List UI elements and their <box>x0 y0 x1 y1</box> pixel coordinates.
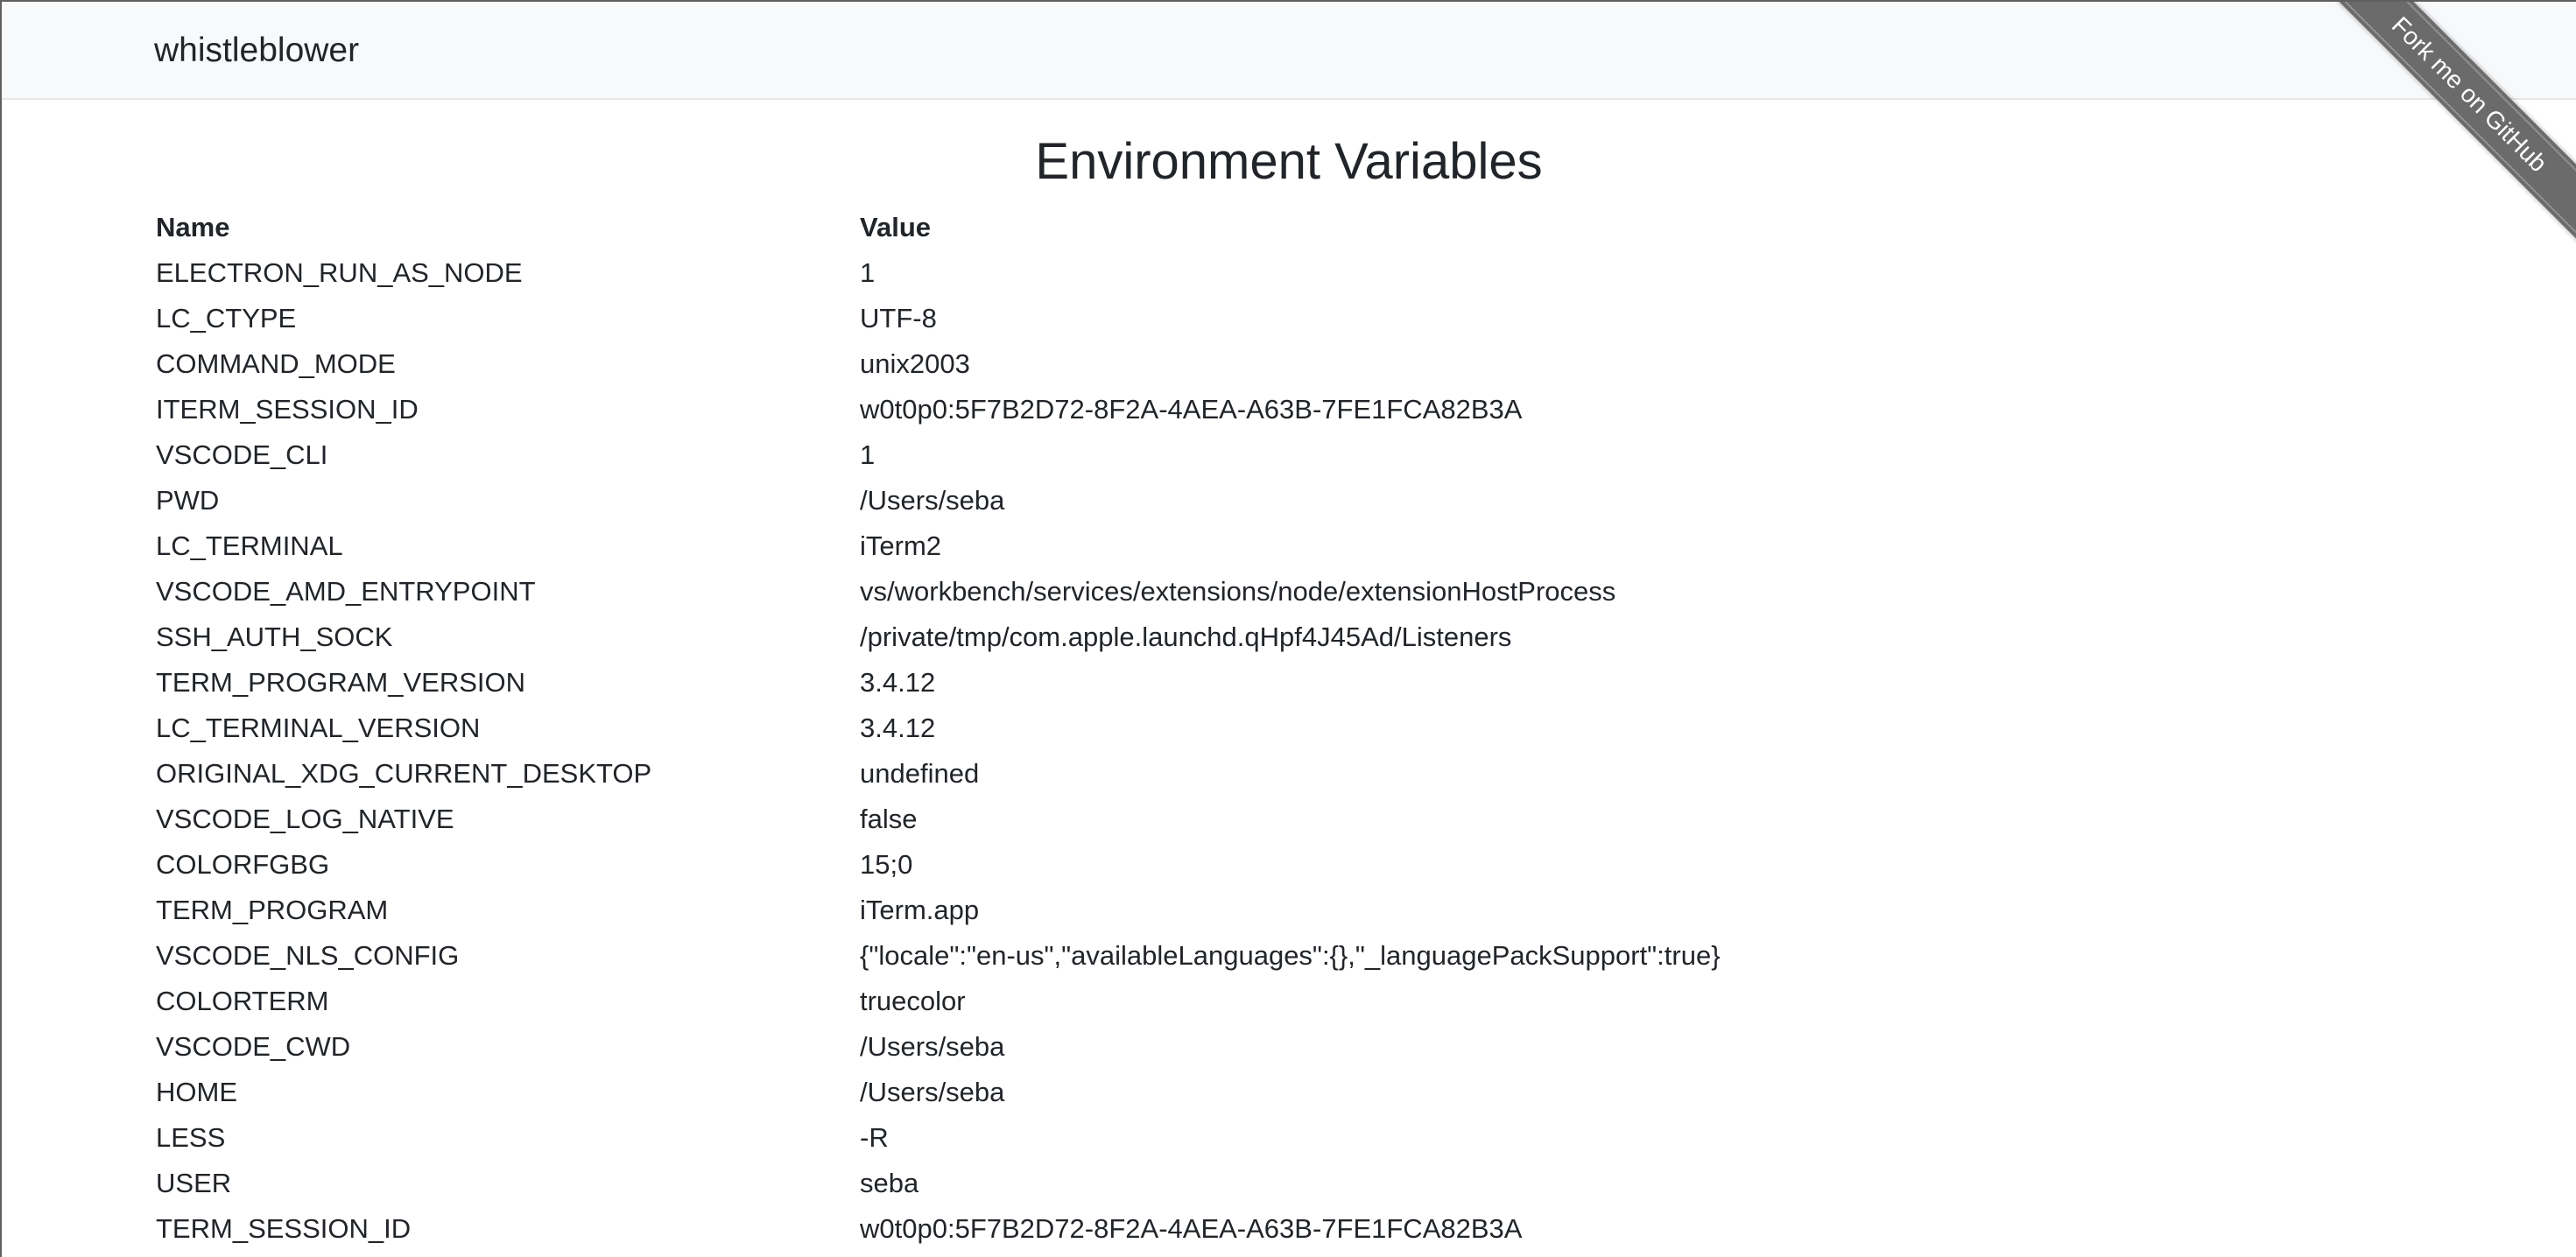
table-row: ORIGINAL_XDG_CURRENT_DESKTOP undefined <box>156 751 1721 797</box>
env-var-name: LC_TERMINAL <box>156 530 343 561</box>
table-row: COMMAND_MODE unix2003 <box>156 341 1721 387</box>
table-row: VSCODE_NLS_CONFIG {"locale":"en-us","ava… <box>156 933 1721 979</box>
fork-me-on-github-ribbon[interactable]: Fork me on GitHub <box>2322 2 2576 243</box>
env-var-name: HOME <box>156 1077 237 1107</box>
env-var-name: USER <box>156 1168 232 1198</box>
env-var-value: vs/workbench/services/extensions/node/ex… <box>860 576 1616 607</box>
env-var-value: 1 <box>860 439 876 470</box>
env-var-name: SSH_AUTH_SOCK <box>156 621 393 652</box>
env-var-value: /Users/seba <box>860 1077 1005 1107</box>
env-var-value: w0t0p0:5F7B2D72-8F2A-4AEA-A63B-7FE1FCA82… <box>860 394 1523 425</box>
table-row: USER seba <box>156 1161 1721 1206</box>
table-body: ELECTRON_RUN_AS_NODE 1 LC_CTYPE UTF-8 CO… <box>156 250 1721 1252</box>
env-var-value: w0t0p0:5F7B2D72-8F2A-4AEA-A63B-7FE1FCA82… <box>860 1213 1523 1244</box>
table-row: VSCODE_AMD_ENTRYPOINT vs/workbench/servi… <box>156 569 1721 614</box>
env-var-name: PWD <box>156 485 220 516</box>
env-var-value: /private/tmp/com.apple.launchd.qHpf4J45A… <box>860 621 1512 652</box>
env-var-value: 15;0 <box>860 849 913 880</box>
table-row: COLORTERM truecolor <box>156 979 1721 1024</box>
table-row: TERM_SESSION_ID w0t0p0:5F7B2D72-8F2A-4AE… <box>156 1206 1721 1252</box>
env-var-name: ORIGINAL_XDG_CURRENT_DESKTOP <box>156 758 652 789</box>
page-title: Environment Variables <box>1035 133 1543 190</box>
table-row: COLORFGBG 15;0 <box>156 842 1721 888</box>
env-var-name: COMMAND_MODE <box>156 348 396 379</box>
env-var-name: LC_CTYPE <box>156 303 297 334</box>
env-var-name: VSCODE_NLS_CONFIG <box>156 940 460 971</box>
table-row: SSH_AUTH_SOCK /private/tmp/com.apple.lau… <box>156 614 1721 660</box>
table-row: PWD /Users/seba <box>156 478 1721 523</box>
table-row: TERM_PROGRAM_VERSION 3.4.12 <box>156 660 1721 706</box>
env-var-name: COLORFGBG <box>156 849 330 880</box>
env-var-name: LC_TERMINAL_VERSION <box>156 713 481 743</box>
env-var-name: TERM_PROGRAM_VERSION <box>156 667 526 698</box>
env-var-value: 1 <box>860 257 876 288</box>
navbar-brand-link[interactable]: whistleblower <box>154 30 359 72</box>
env-var-name: VSCODE_LOG_NATIVE <box>156 804 454 834</box>
table-row: LESS -R <box>156 1115 1721 1161</box>
table-row: VSCODE_CWD /Users/seba <box>156 1024 1721 1070</box>
table-row: TERM_PROGRAM iTerm.app <box>156 888 1721 933</box>
table-row: LC_CTYPE UTF-8 <box>156 296 1721 341</box>
env-var-name: ITERM_SESSION_ID <box>156 394 419 425</box>
env-var-value: unix2003 <box>860 348 970 379</box>
env-var-value: undefined <box>860 758 980 789</box>
table-row: HOME /Users/seba <box>156 1070 1721 1115</box>
column-header-value: Value <box>860 212 931 242</box>
env-var-value: false <box>860 804 918 834</box>
env-var-name: VSCODE_AMD_ENTRYPOINT <box>156 576 536 607</box>
env-var-value: {"locale":"en-us","availableLanguages":{… <box>860 940 1721 971</box>
table-row: VSCODE_CLI 1 <box>156 432 1721 478</box>
table-head: Name Value <box>156 205 1721 250</box>
table-row: LC_TERMINAL_VERSION 3.4.12 <box>156 706 1721 751</box>
table-row: ELECTRON_RUN_AS_NODE 1 <box>156 250 1721 296</box>
env-variables-table: Name Value ELECTRON_RUN_AS_NODE 1 LC_CTY… <box>156 205 1721 1252</box>
table-row: ITERM_SESSION_ID w0t0p0:5F7B2D72-8F2A-4A… <box>156 387 1721 432</box>
env-var-name: ELECTRON_RUN_AS_NODE <box>156 257 523 288</box>
github-ribbon-container: Fork me on GitHub <box>2322 2 2576 256</box>
browser-viewport: whistleblower Fork me on GitHub Environm… <box>0 0 2576 1257</box>
env-var-value: /Users/seba <box>860 485 1005 516</box>
env-var-value: 3.4.12 <box>860 667 936 698</box>
env-var-name: TERM_PROGRAM <box>156 895 389 925</box>
env-var-value: /Users/seba <box>860 1031 1005 1062</box>
env-var-name: TERM_SESSION_ID <box>156 1213 412 1244</box>
table-row: LC_TERMINAL iTerm2 <box>156 523 1721 569</box>
env-var-name: VSCODE_CLI <box>156 439 328 470</box>
env-var-value: truecolor <box>860 986 966 1016</box>
env-var-name: LESS <box>156 1122 226 1153</box>
env-var-value: -R <box>860 1122 889 1153</box>
env-var-value: seba <box>860 1168 919 1198</box>
column-header-name: Name <box>156 212 230 242</box>
env-var-name: VSCODE_CWD <box>156 1031 351 1062</box>
navbar: whistleblower <box>2 2 2576 100</box>
table-row: VSCODE_LOG_NATIVE false <box>156 797 1721 842</box>
env-var-value: UTF-8 <box>860 303 937 334</box>
env-var-value: iTerm2 <box>860 530 942 561</box>
env-var-value: 3.4.12 <box>860 713 936 743</box>
table-header-row: Name Value <box>156 205 1721 250</box>
env-var-name: COLORTERM <box>156 986 329 1016</box>
env-var-value: iTerm.app <box>860 895 980 925</box>
